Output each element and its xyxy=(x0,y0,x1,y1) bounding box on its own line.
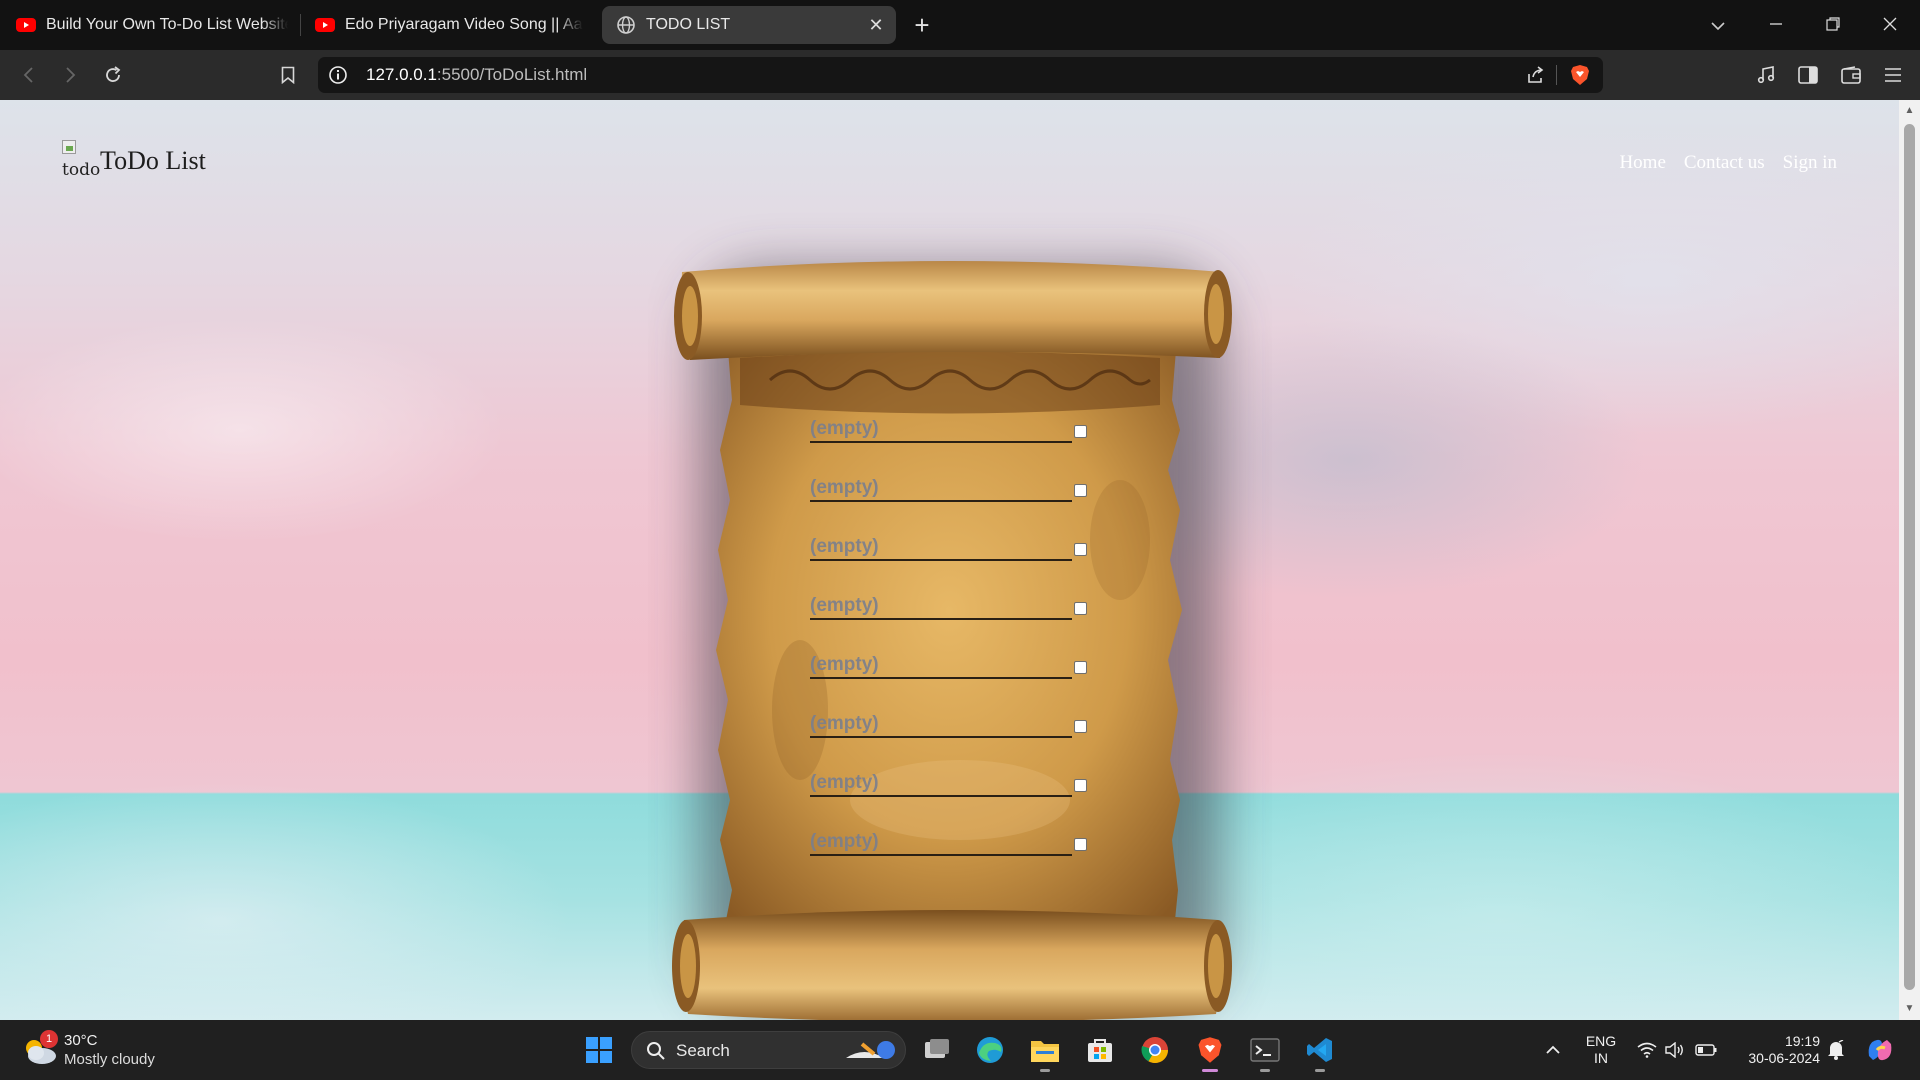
chrome-icon[interactable] xyxy=(1135,1030,1175,1070)
notification-badge: 1 xyxy=(40,1030,58,1048)
search-icon xyxy=(647,1042,665,1060)
todo-checkbox[interactable] xyxy=(1074,661,1087,674)
close-tab-icon[interactable]: ✕ xyxy=(866,15,886,35)
clock-date: 30-06-2024 xyxy=(1748,1050,1820,1066)
brave-browser-icon[interactable] xyxy=(1190,1030,1230,1072)
edge-browser-icon[interactable] xyxy=(970,1030,1010,1070)
close-window-button[interactable] xyxy=(1868,8,1912,42)
tab-title: Edo Priyaragam Video Song || Aarya xyxy=(345,16,583,33)
address-bar[interactable]: 127.0.0.1:5500/ToDoList.html xyxy=(318,57,1603,93)
tab-youtube-todo-tutorial[interactable]: Build Your Own To-Do List Website fr xyxy=(16,6,288,44)
todo-checkbox[interactable] xyxy=(1074,720,1087,733)
todo-checkbox[interactable] xyxy=(1074,484,1087,497)
show-hidden-icons-chevron[interactable] xyxy=(1540,1020,1566,1080)
tab-todo-list[interactable]: TODO LIST ✕ xyxy=(602,6,896,44)
restore-button[interactable] xyxy=(1811,8,1855,42)
todo-text[interactable]: (empty) xyxy=(810,654,879,676)
youtube-icon xyxy=(16,15,36,35)
todo-item[interactable]: (empty) xyxy=(810,475,1092,515)
tab-separator xyxy=(300,14,301,36)
tab-title: Build Your Own To-Do List Website fr xyxy=(46,16,288,33)
microsoft-store-icon[interactable] xyxy=(1080,1030,1120,1070)
parchment-scroll: (empty) (empty) (empty) (empty) (empty) xyxy=(0,100,1899,1020)
notification-bell-icon[interactable] xyxy=(1824,1020,1848,1080)
forward-icon[interactable] xyxy=(56,61,84,89)
scroll-up-icon[interactable]: ▲ xyxy=(1899,102,1920,120)
wifi-icon[interactable] xyxy=(1636,1020,1658,1080)
menu-icon[interactable] xyxy=(1879,61,1907,89)
todo-text[interactable]: (empty) xyxy=(810,772,879,794)
todo-item[interactable]: (empty) xyxy=(810,416,1092,456)
media-player-icon[interactable] xyxy=(1752,61,1780,89)
todo-item[interactable]: (empty) xyxy=(810,534,1092,574)
vscode-icon[interactable] xyxy=(1300,1030,1340,1072)
todo-item[interactable]: (empty) xyxy=(810,652,1092,692)
browser-toolbar: 127.0.0.1:5500/ToDoList.html xyxy=(0,50,1920,100)
todo-item[interactable]: (empty) xyxy=(810,711,1092,751)
youtube-icon xyxy=(315,15,335,35)
site-info-icon[interactable] xyxy=(328,65,348,85)
todo-checkbox[interactable] xyxy=(1074,838,1087,851)
file-explorer-icon[interactable] xyxy=(1025,1030,1065,1072)
todo-text[interactable]: (empty) xyxy=(810,713,879,735)
todo-item[interactable]: (empty) xyxy=(810,770,1092,810)
todo-text[interactable]: (empty) xyxy=(810,477,879,499)
todo-item[interactable]: (empty) xyxy=(810,829,1092,869)
browser-tab-strip: Build Your Own To-Do List Website fr Edo… xyxy=(0,0,1920,50)
system-clock[interactable]: 19:19 30-06-2024 xyxy=(1730,1033,1820,1067)
minimize-button[interactable] xyxy=(1754,8,1798,42)
brave-shields-icon[interactable] xyxy=(1566,61,1594,89)
page-scrollbar[interactable]: ▲ ▼ xyxy=(1899,100,1920,1020)
todo-checkbox[interactable] xyxy=(1074,543,1087,556)
input-language-indicator[interactable]: ENG IN xyxy=(1578,1033,1624,1067)
reload-icon[interactable] xyxy=(99,61,127,89)
sidebar-icon[interactable] xyxy=(1794,61,1822,89)
new-tab-button[interactable]: + xyxy=(910,10,934,40)
url-text[interactable]: 127.0.0.1:5500/ToDoList.html xyxy=(366,65,587,85)
start-windows-icon[interactable] xyxy=(579,1030,619,1070)
todo-text[interactable]: (empty) xyxy=(810,536,879,558)
weather-widget[interactable]: 1 30°C Mostly cloudy xyxy=(22,1030,182,1070)
todo-checkbox[interactable] xyxy=(1074,779,1087,792)
tab-search-chevron-icon[interactable] xyxy=(1696,8,1740,42)
task-view-icon[interactable] xyxy=(917,1030,957,1070)
search-label: Search xyxy=(676,1041,730,1060)
weather-condition-text: Mostly cloudy xyxy=(64,1051,155,1068)
todo-text[interactable]: (empty) xyxy=(810,595,879,617)
share-icon[interactable] xyxy=(1521,61,1549,89)
todo-text[interactable]: (empty) xyxy=(810,418,879,440)
back-icon[interactable] xyxy=(15,61,43,89)
scrollbar-thumb[interactable] xyxy=(1904,124,1915,990)
scroll-down-icon[interactable]: ▼ xyxy=(1899,1000,1920,1018)
todo-text[interactable]: (empty) xyxy=(810,831,879,853)
globe-icon xyxy=(616,15,636,35)
clock-time: 19:19 xyxy=(1784,1033,1820,1049)
terminal-icon[interactable] xyxy=(1245,1030,1285,1072)
temperature-text: 30°C xyxy=(64,1032,98,1049)
tab-youtube-song[interactable]: Edo Priyaragam Video Song || Aarya xyxy=(315,6,583,44)
taskbar-search-box[interactable]: Search xyxy=(631,1031,906,1069)
bookmark-icon[interactable] xyxy=(274,61,302,89)
tab-title: TODO LIST xyxy=(646,16,731,33)
page-viewport: todo ToDo List Home Contact us Sign in (… xyxy=(0,100,1899,1020)
todo-item[interactable]: (empty) xyxy=(810,593,1092,633)
copilot-icon[interactable] xyxy=(1862,1020,1898,1080)
volume-icon[interactable] xyxy=(1664,1020,1686,1080)
battery-icon[interactable] xyxy=(1694,1020,1718,1080)
search-highlight-icon xyxy=(846,1041,895,1059)
windows-taskbar: 1 30°C Mostly cloudy Search ENG IN 19:19… xyxy=(0,1020,1920,1080)
todo-checkbox[interactable] xyxy=(1074,602,1087,615)
wallet-icon[interactable] xyxy=(1837,61,1865,89)
todo-checkbox[interactable] xyxy=(1074,425,1087,438)
